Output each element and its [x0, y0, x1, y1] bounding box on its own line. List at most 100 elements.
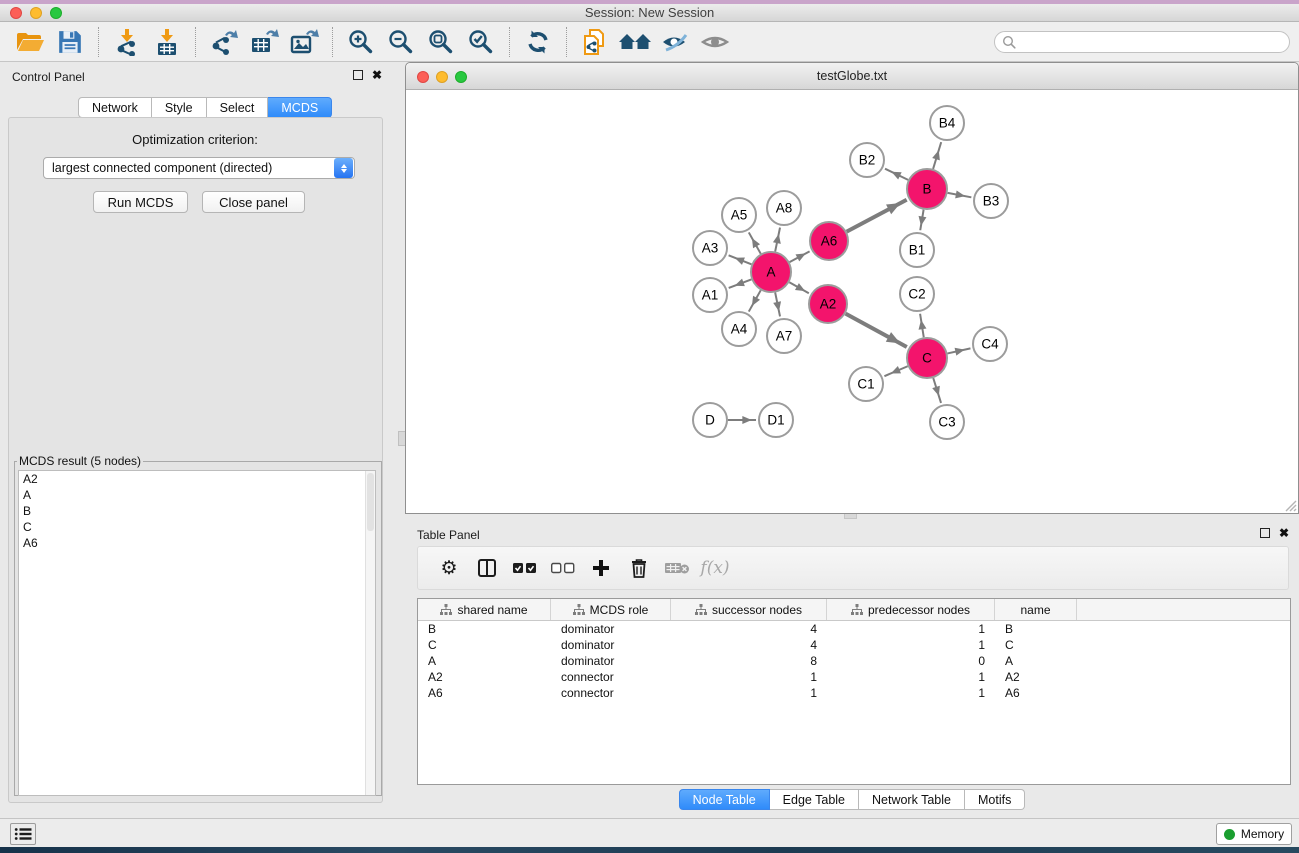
column-header-successor-nodes[interactable]: successor nodes: [671, 599, 827, 620]
table-row[interactable]: A2connector11A2: [418, 669, 1290, 685]
table-cell[interactable]: 1: [827, 669, 995, 685]
close-panel-button[interactable]: Close panel: [202, 191, 305, 213]
table-row[interactable]: Bdominator41B: [418, 621, 1290, 637]
table-cell[interactable]: A: [995, 653, 1077, 669]
graph-edge-arrow: [919, 216, 927, 226]
graph-edge-arrow: [955, 190, 965, 198]
column-header-MCDS-role[interactable]: MCDS role: [551, 599, 671, 620]
search-input[interactable]: [1017, 33, 1289, 51]
table-panel: Table Panel ✖ ⚙ f(x): [405, 520, 1299, 818]
table-cell[interactable]: connector: [551, 669, 671, 685]
memory-label: Memory: [1241, 827, 1284, 841]
graph-node-label: A8: [776, 201, 793, 216]
tab-motifs[interactable]: Motifs: [965, 789, 1025, 810]
export-table-icon[interactable]: [247, 25, 281, 59]
zoom-selected-icon[interactable]: [464, 25, 498, 59]
table-cell[interactable]: A2: [995, 669, 1077, 685]
resize-grip-icon[interactable]: [1283, 498, 1297, 512]
table-cell[interactable]: 4: [671, 621, 827, 637]
export-image-icon[interactable]: [287, 25, 321, 59]
refresh-icon[interactable]: [521, 25, 555, 59]
search-field[interactable]: [994, 31, 1290, 53]
memory-button[interactable]: Memory: [1216, 823, 1292, 845]
delete-table-icon[interactable]: [658, 551, 696, 585]
mcds-result-list[interactable]: A2ABCA6: [18, 470, 376, 796]
homes-icon[interactable]: [618, 25, 652, 59]
graph-node-label: A1: [702, 288, 719, 303]
export-network-icon[interactable]: [207, 25, 241, 59]
mcds-result-item[interactable]: C: [19, 519, 375, 535]
zoom-out-icon[interactable]: [384, 25, 418, 59]
duplicate-network-icon[interactable]: [578, 25, 612, 59]
column-header-shared-name[interactable]: shared name: [418, 599, 551, 620]
tab-style[interactable]: Style: [152, 97, 207, 118]
table-cell[interactable]: A2: [418, 669, 551, 685]
graph-node-label: C2: [908, 287, 925, 302]
table-cell[interactable]: 1: [827, 621, 995, 637]
table-cell[interactable]: dominator: [551, 637, 671, 653]
mcds-result-item[interactable]: A2: [19, 471, 375, 487]
function-builder-icon[interactable]: f(x): [696, 551, 734, 585]
table-cell[interactable]: 1: [671, 669, 827, 685]
zoom-fit-icon[interactable]: [424, 25, 458, 59]
table-row[interactable]: A6connector11A6: [418, 685, 1290, 701]
network-window-titlebar[interactable]: testGlobe.txt: [406, 63, 1298, 90]
import-table-icon[interactable]: [150, 25, 184, 59]
show-column-icon[interactable]: [468, 551, 506, 585]
table-cell[interactable]: 1: [671, 685, 827, 701]
network-graph[interactable]: B4B2BB3A5A8A6B1A3AC2A1A2A4A7C4CC1C3DD1: [406, 91, 1298, 513]
scrollbar[interactable]: [365, 471, 375, 795]
mcds-result-item[interactable]: A: [19, 487, 375, 503]
tab-mcds[interactable]: MCDS: [268, 97, 332, 118]
tab-network-table[interactable]: Network Table: [859, 789, 965, 810]
settings-gear-icon[interactable]: ⚙: [430, 551, 468, 585]
table-row[interactable]: Adominator80A: [418, 653, 1290, 669]
mcds-result-item[interactable]: A6: [19, 535, 375, 551]
table-cell[interactable]: A: [418, 653, 551, 669]
import-network-icon[interactable]: [110, 25, 144, 59]
table-cell[interactable]: C: [995, 637, 1077, 653]
float-panel-icon[interactable]: [353, 70, 363, 80]
column-header-name[interactable]: name: [995, 599, 1077, 620]
table-cell[interactable]: 0: [827, 653, 995, 669]
table-cell[interactable]: C: [418, 637, 551, 653]
table-cell[interactable]: A6: [995, 685, 1077, 701]
tab-network[interactable]: Network: [78, 97, 152, 118]
open-folder-icon[interactable]: [13, 25, 47, 59]
table-row[interactable]: Cdominator41C: [418, 637, 1290, 653]
table-cell[interactable]: A6: [418, 685, 551, 701]
eye-visible-icon[interactable]: [698, 25, 732, 59]
tab-node-table[interactable]: Node Table: [679, 789, 770, 810]
deselect-all-icon[interactable]: [544, 551, 582, 585]
delete-row-icon[interactable]: [620, 551, 658, 585]
select-all-icon[interactable]: [506, 551, 544, 585]
network-canvas[interactable]: B4B2BB3A5A8A6B1A3AC2A1A2A4A7C4CC1C3DD1: [406, 91, 1298, 513]
float-panel-icon[interactable]: [1260, 528, 1270, 538]
table-cell[interactable]: 1: [827, 637, 995, 653]
column-header-predecessor-nodes[interactable]: predecessor nodes: [827, 599, 995, 620]
graph-node-label: C4: [981, 337, 999, 352]
run-mcds-button[interactable]: Run MCDS: [93, 191, 188, 213]
eye-hidden-icon[interactable]: [658, 25, 692, 59]
graph-edge-arrow: [773, 301, 781, 311]
table-cell[interactable]: dominator: [551, 653, 671, 669]
table-cell[interactable]: 8: [671, 653, 827, 669]
table-cell[interactable]: connector: [551, 685, 671, 701]
zoom-in-icon[interactable]: [344, 25, 378, 59]
save-icon[interactable]: [53, 25, 87, 59]
close-panel-icon[interactable]: ✖: [1279, 528, 1289, 538]
add-row-icon[interactable]: [582, 551, 620, 585]
table-panel-title: Table Panel: [417, 528, 480, 542]
table-cell[interactable]: 1: [827, 685, 995, 701]
table-cell[interactable]: 4: [671, 637, 827, 653]
tab-edge-table[interactable]: Edge Table: [770, 789, 859, 810]
table-cell[interactable]: dominator: [551, 621, 671, 637]
tab-select[interactable]: Select: [207, 97, 269, 118]
task-history-button[interactable]: [10, 823, 36, 845]
network-window: testGlobe.txt B4B2BB3A5A8A6B1A3AC2A1A2A4…: [405, 62, 1299, 514]
criterion-dropdown[interactable]: largest connected component (directed): [43, 157, 355, 179]
table-cell[interactable]: B: [418, 621, 551, 637]
table-cell[interactable]: B: [995, 621, 1077, 637]
mcds-result-item[interactable]: B: [19, 503, 375, 519]
close-panel-icon[interactable]: ✖: [372, 70, 382, 80]
